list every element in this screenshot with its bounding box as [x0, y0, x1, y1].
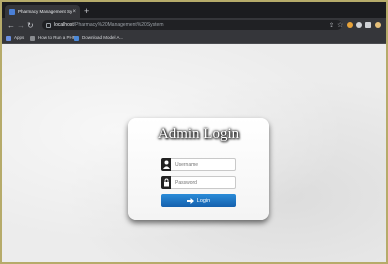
- url-path: /Pharmacy%20Management%20System: [73, 22, 164, 28]
- browser-toolbar: ← → ↻ localhost/Pharmacy%20Management%20…: [2, 18, 386, 33]
- login-card: Admin Login Login: [128, 118, 269, 220]
- forward-icon[interactable]: →: [17, 19, 25, 32]
- bookmark-icon: [30, 35, 35, 41]
- new-tab-button[interactable]: +: [84, 5, 89, 17]
- sidebar-icon[interactable]: [365, 22, 371, 28]
- login-button[interactable]: Login: [161, 194, 236, 207]
- login-button-label: Login: [196, 197, 211, 204]
- bookmark-label: How to Run a PHP...: [38, 35, 79, 40]
- bookmark-icon: [74, 35, 79, 41]
- puzzle-icon[interactable]: [356, 22, 362, 28]
- apps-grid-icon: [6, 35, 11, 41]
- url-host: localhost: [54, 22, 74, 28]
- password-input[interactable]: [171, 176, 236, 189]
- login-arrow-icon: [186, 197, 194, 204]
- bookmark-php[interactable]: How to Run a PHP...: [30, 34, 79, 42]
- avatar[interactable]: [375, 22, 381, 28]
- extension-icon[interactable]: [347, 22, 353, 28]
- tab-bar: Pharmacy Management System × +: [2, 2, 386, 18]
- tab-title: Pharmacy Management System: [18, 9, 73, 14]
- page-viewport: Admin Login Login: [2, 44, 386, 262]
- bookmark-label: Apps: [14, 35, 25, 40]
- reload-icon[interactable]: ↻: [27, 19, 34, 32]
- address-bar[interactable]: localhost/Pharmacy%20Management%20System: [42, 20, 342, 30]
- info-icon[interactable]: [46, 22, 51, 28]
- bookmark-apps[interactable]: Apps: [6, 34, 24, 42]
- star-icon[interactable]: ☆: [337, 19, 343, 32]
- user-icon: [161, 158, 171, 171]
- bookmark-label: Download Model A...: [82, 35, 124, 40]
- back-icon[interactable]: ←: [7, 19, 15, 32]
- favicon-icon: [9, 8, 15, 15]
- lock-icon: [161, 176, 171, 189]
- username-row: [161, 158, 236, 171]
- close-tab-icon[interactable]: ×: [72, 9, 76, 15]
- page-title: Admin Login: [157, 126, 240, 142]
- bookmark-download[interactable]: Download Model A...: [74, 34, 123, 42]
- browser-tab[interactable]: Pharmacy Management System ×: [5, 5, 80, 18]
- share-icon[interactable]: ⇪: [329, 20, 334, 33]
- username-input[interactable]: [171, 158, 236, 171]
- bookmarks-bar: Apps How to Run a PHP... Download Model …: [2, 33, 386, 44]
- password-row: [161, 176, 236, 189]
